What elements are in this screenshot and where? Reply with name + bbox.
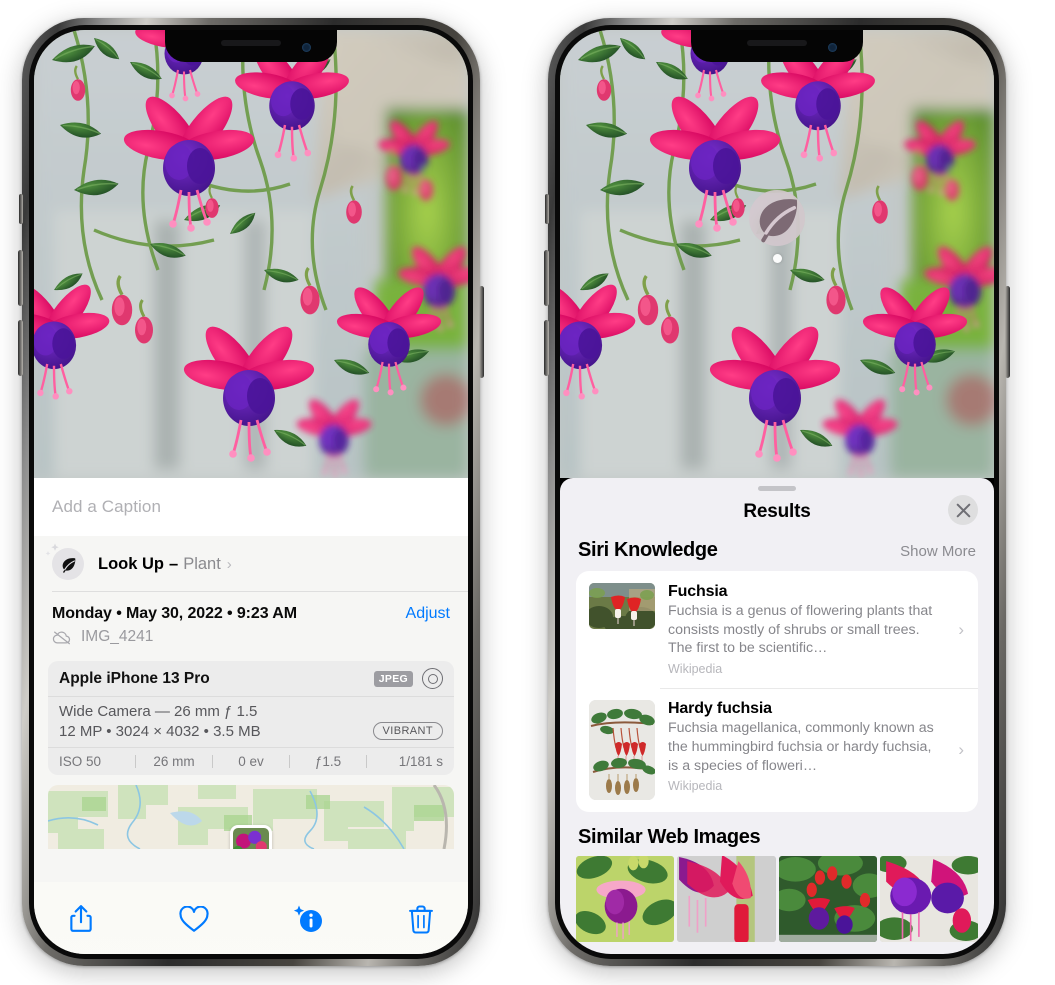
close-button[interactable] — [948, 495, 978, 525]
chevron-right-icon: › — [958, 619, 964, 639]
volume-up-button[interactable] — [18, 250, 23, 306]
mute-switch[interactable] — [19, 194, 23, 224]
front-camera-icon — [302, 43, 311, 52]
iphone-right-frame: Results Siri Knowledge Show More Fuchsia… — [544, 18, 1010, 966]
similar-image-thumbnail[interactable] — [778, 856, 877, 943]
photo-filename: IMG_4241 — [81, 628, 154, 645]
siri-knowledge-header: Siri Knowledge Show More — [560, 533, 994, 571]
exif-stat-shutter: 1/181 s — [398, 754, 443, 769]
right-screen: Results Siri Knowledge Show More Fuchsia… — [560, 30, 994, 954]
caption-input[interactable]: Add a Caption — [34, 478, 468, 536]
similar-web-images-strip[interactable] — [560, 856, 994, 943]
earpiece-speaker — [221, 40, 281, 46]
look-up-subject: Plant — [183, 554, 221, 573]
similar-web-images-title: Similar Web Images — [578, 826, 761, 849]
close-icon — [956, 503, 970, 517]
knowledge-description: Fuchsia magellanica, commonly known as t… — [668, 720, 934, 774]
knowledge-body: Fuchsia Fuchsia is a genus of flowering … — [668, 583, 945, 676]
location-map[interactable] — [48, 785, 454, 849]
visual-look-up-badge[interactable] — [749, 190, 805, 263]
volume-down-button[interactable] — [544, 320, 549, 376]
lens-info: Wide Camera — 26 mm ƒ 1.5 — [59, 703, 258, 720]
knowledge-thumbnail — [589, 700, 655, 801]
delete-button[interactable] — [400, 900, 442, 938]
chevron-right-icon: › — [958, 740, 964, 760]
photo-viewer[interactable] — [560, 30, 994, 478]
exif-card[interactable]: Apple iPhone 13 Pro JPEG Wide Camera — 2… — [48, 661, 454, 775]
mute-switch[interactable] — [545, 194, 549, 224]
file-size-info: 12 MP • 3024 × 4032 • 3.5 MB — [59, 722, 261, 740]
knowledge-body: Hardy fuchsia Fuchsia magellanica, commo… — [668, 700, 945, 793]
map-photo-pin[interactable] — [230, 825, 272, 849]
photo-viewer[interactable] — [34, 30, 468, 478]
exif-header: Apple iPhone 13 Pro JPEG — [48, 661, 454, 697]
left-screen: Add a Caption Look Up – Plant › Monday •… — [34, 30, 468, 954]
knowledge-source: Wikipedia — [668, 662, 723, 677]
visual-look-up-anchor-dot — [772, 254, 782, 263]
heart-icon — [179, 905, 209, 932]
leaf-icon — [45, 543, 84, 580]
leaf-icon — [749, 190, 805, 246]
chevron-right-icon: › — [226, 555, 232, 573]
format-badge: JPEG — [373, 670, 413, 687]
exif-stat-ev: 0 ev — [238, 754, 264, 769]
knowledge-source: Wikipedia — [668, 779, 723, 794]
look-up-label: Look Up — [98, 554, 164, 573]
results-header: Results — [560, 491, 994, 533]
volume-down-button[interactable] — [18, 320, 23, 376]
notch — [165, 30, 337, 62]
siri-knowledge-card: Fuchsia Fuchsia is a genus of flowering … — [576, 571, 978, 813]
icloud-slash-icon — [52, 630, 71, 644]
exif-stats-row: ISO 50 26 mm 0 ev ƒ1.5 1/181 s — [48, 748, 454, 775]
notch — [691, 30, 863, 62]
photo-date: Monday • May 30, 2022 • 9:23 AM — [52, 605, 297, 622]
left-bezel: Add a Caption Look Up – Plant › Monday •… — [29, 25, 473, 959]
knowledge-item[interactable]: Fuchsia Fuchsia is a genus of flowering … — [576, 571, 978, 688]
knowledge-description: Fuchsia is a genus of flowering plants t… — [668, 603, 933, 657]
info-sparkle-icon — [293, 905, 322, 932]
trash-icon — [409, 904, 433, 934]
raw-ring-icon — [422, 668, 443, 689]
similar-image-thumbnail[interactable] — [677, 856, 776, 943]
camera-model: Apple iPhone 13 Pro — [59, 669, 210, 687]
caption-placeholder: Add a Caption — [52, 497, 162, 516]
exif-middle: Wide Camera — 26 mm ƒ 1.5 12 MP • 3024 ×… — [48, 697, 454, 748]
knowledge-title: Hardy fuchsia — [668, 700, 772, 718]
exif-stat-focal: 26 mm — [153, 754, 195, 769]
earpiece-speaker — [747, 40, 807, 46]
side-power-button[interactable] — [1005, 286, 1010, 378]
right-bezel: Results Siri Knowledge Show More Fuchsia… — [555, 25, 999, 959]
knowledge-thumbnail — [589, 583, 655, 629]
siri-knowledge-title: Siri Knowledge — [578, 539, 718, 561]
sparkle-icon — [45, 543, 59, 556]
results-sheet: Results Siri Knowledge Show More Fuchsia… — [560, 478, 994, 954]
photographic-style-badge: VIBRANT — [372, 722, 443, 740]
knowledge-title: Fuchsia — [668, 583, 728, 600]
volume-up-button[interactable] — [544, 250, 549, 306]
results-title: Results — [743, 501, 811, 522]
photo-toolbar — [34, 882, 468, 954]
exif-stat-aperture: ƒ1.5 — [314, 754, 342, 769]
date-block: Monday • May 30, 2022 • 9:23 AM Adjust I… — [34, 592, 468, 657]
front-camera-icon — [828, 43, 837, 52]
look-up-dash: – — [169, 554, 179, 573]
share-icon — [70, 905, 92, 932]
similar-image-thumbnail[interactable] — [576, 856, 675, 943]
iphone-left-frame: Add a Caption Look Up – Plant › Monday •… — [18, 18, 484, 966]
exif-stat-iso: ISO 50 — [59, 754, 102, 769]
show-more-button[interactable]: Show More — [900, 543, 976, 560]
info-button[interactable] — [287, 900, 329, 938]
side-power-button[interactable] — [479, 286, 484, 378]
similar-image-thumbnail[interactable] — [879, 856, 978, 943]
share-button[interactable] — [60, 900, 102, 938]
similar-web-images-header: Similar Web Images — [560, 812, 994, 856]
look-up-label-group: Look Up – Plant › — [98, 555, 232, 574]
adjust-button[interactable]: Adjust — [406, 605, 450, 623]
look-up-row[interactable]: Look Up – Plant › — [34, 536, 468, 592]
photo-info-sheet: Add a Caption Look Up – Plant › Monday •… — [34, 478, 468, 954]
knowledge-item[interactable]: Hardy fuchsia Fuchsia magellanica, commo… — [576, 688, 978, 812]
favorite-button[interactable] — [173, 900, 215, 938]
